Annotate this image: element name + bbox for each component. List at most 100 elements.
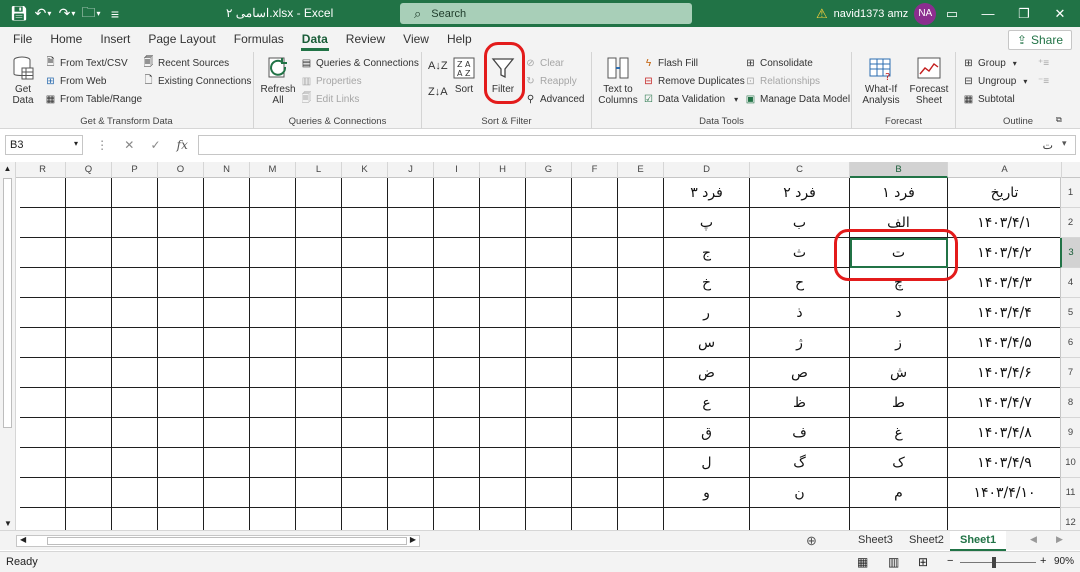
- ribbon-display-icon[interactable]: ▭: [934, 0, 970, 27]
- row-header-3[interactable]: 3: [1060, 238, 1080, 268]
- open-folder-icon[interactable]: 🗀 ▾: [80, 3, 102, 25]
- cell-e7[interactable]: [618, 358, 664, 388]
- column-header-h[interactable]: H: [480, 162, 526, 178]
- cell-i11[interactable]: [434, 478, 480, 508]
- cell-q10[interactable]: [66, 448, 112, 478]
- cell-i1[interactable]: [434, 178, 480, 208]
- column-header-j[interactable]: J: [388, 162, 434, 178]
- cell-o7[interactable]: [158, 358, 204, 388]
- recent-sources-button[interactable]: 🗐 Recent Sources: [142, 55, 230, 71]
- tab-data[interactable]: Data: [293, 27, 337, 52]
- cell-j7[interactable]: [388, 358, 434, 388]
- restore-button[interactable]: ❐: [1006, 0, 1042, 27]
- cell-q3[interactable]: [66, 238, 112, 268]
- existing-connections-button[interactable]: 🗋 Existing Connections: [142, 73, 251, 89]
- cell-l7[interactable]: [296, 358, 342, 388]
- cell-n11[interactable]: [204, 478, 250, 508]
- cell-d5[interactable]: ر: [664, 298, 750, 328]
- cell-c12[interactable]: [750, 508, 850, 530]
- page-break-view-icon[interactable]: ⊞: [918, 555, 928, 569]
- row-header-1[interactable]: 1: [1060, 178, 1080, 208]
- cell-i7[interactable]: [434, 358, 480, 388]
- relationships-button[interactable]: ⊡ Relationships: [744, 73, 820, 89]
- page-layout-view-icon[interactable]: ▥: [888, 555, 899, 569]
- cell-f8[interactable]: [572, 388, 618, 418]
- cell-j9[interactable]: [388, 418, 434, 448]
- cell-o4[interactable]: [158, 268, 204, 298]
- cell-h5[interactable]: [480, 298, 526, 328]
- cell-f3[interactable]: [572, 238, 618, 268]
- cell-a3[interactable]: ۱۴۰۳/۴/۲: [948, 238, 1062, 268]
- row-header-2[interactable]: 2: [1060, 208, 1080, 238]
- cell-e2[interactable]: [618, 208, 664, 238]
- ungroup-button[interactable]: ⊟ Ungroup ▾: [962, 73, 1027, 89]
- cell-f6[interactable]: [572, 328, 618, 358]
- cell-b8[interactable]: ط: [850, 388, 948, 418]
- from-text-csv-button[interactable]: 🗎 From Text/CSV: [44, 55, 127, 71]
- cell-o3[interactable]: [158, 238, 204, 268]
- zoom-slider-handle[interactable]: [992, 557, 996, 568]
- cell-p1[interactable]: [112, 178, 158, 208]
- tab-view[interactable]: View: [394, 27, 438, 52]
- column-header-o[interactable]: O: [158, 162, 204, 178]
- warning-icon[interactable]: ⚠: [816, 6, 828, 22]
- cell-f2[interactable]: [572, 208, 618, 238]
- cell-p5[interactable]: [112, 298, 158, 328]
- vertical-scrollbar[interactable]: ▲ ▼: [0, 162, 16, 530]
- cell-h11[interactable]: [480, 478, 526, 508]
- cell-j10[interactable]: [388, 448, 434, 478]
- row-header-9[interactable]: 9: [1060, 418, 1080, 448]
- sort-a-z-button[interactable]: A↓Z: [428, 58, 448, 74]
- cell-n12[interactable]: [204, 508, 250, 530]
- cell-o10[interactable]: [158, 448, 204, 478]
- cell-p2[interactable]: [112, 208, 158, 238]
- normal-view-icon[interactable]: ▦: [857, 555, 868, 569]
- column-header-e[interactable]: E: [618, 162, 664, 178]
- cell-e11[interactable]: [618, 478, 664, 508]
- cell-q6[interactable]: [66, 328, 112, 358]
- cell-o1[interactable]: [158, 178, 204, 208]
- cell-n7[interactable]: [204, 358, 250, 388]
- cell-r12[interactable]: [20, 508, 66, 530]
- column-header-c[interactable]: C: [750, 162, 850, 178]
- cell-d7[interactable]: ض: [664, 358, 750, 388]
- cell-m12[interactable]: [250, 508, 296, 530]
- tab-formulas[interactable]: Formulas: [225, 27, 293, 52]
- cell-r10[interactable]: [20, 448, 66, 478]
- tab-file[interactable]: File: [4, 27, 41, 52]
- cell-g5[interactable]: [526, 298, 572, 328]
- cell-l3[interactable]: [296, 238, 342, 268]
- cell-h10[interactable]: [480, 448, 526, 478]
- cell-n1[interactable]: [204, 178, 250, 208]
- cell-b1[interactable]: فرد ۱: [850, 178, 948, 208]
- cell-g11[interactable]: [526, 478, 572, 508]
- cell-f11[interactable]: [572, 478, 618, 508]
- cell-j11[interactable]: [388, 478, 434, 508]
- column-header-g[interactable]: G: [526, 162, 572, 178]
- cell-m2[interactable]: [250, 208, 296, 238]
- cell-i6[interactable]: [434, 328, 480, 358]
- column-header-l[interactable]: L: [296, 162, 342, 178]
- zoom-level[interactable]: 90%: [1054, 556, 1074, 567]
- cell-m3[interactable]: [250, 238, 296, 268]
- cell-m4[interactable]: [250, 268, 296, 298]
- cell-o5[interactable]: [158, 298, 204, 328]
- cell-e6[interactable]: [618, 328, 664, 358]
- cell-a5[interactable]: ۱۴۰۳/۴/۴: [948, 298, 1062, 328]
- cell-b5[interactable]: د: [850, 298, 948, 328]
- undo-icon[interactable]: ↶ ▾: [32, 3, 54, 25]
- cell-c6[interactable]: ژ: [750, 328, 850, 358]
- cell-f4[interactable]: [572, 268, 618, 298]
- cell-l2[interactable]: [296, 208, 342, 238]
- cell-k9[interactable]: [342, 418, 388, 448]
- cell-o9[interactable]: [158, 418, 204, 448]
- cell-p11[interactable]: [112, 478, 158, 508]
- cell-b6[interactable]: ز: [850, 328, 948, 358]
- properties-button[interactable]: ▥ Properties: [300, 73, 362, 89]
- cell-b9[interactable]: غ: [850, 418, 948, 448]
- cell-p9[interactable]: [112, 418, 158, 448]
- cell-q12[interactable]: [66, 508, 112, 530]
- cell-q1[interactable]: [66, 178, 112, 208]
- get-data-button[interactable]: Get Data: [6, 54, 40, 106]
- text-to-columns-button[interactable]: Text to Columns: [598, 54, 638, 106]
